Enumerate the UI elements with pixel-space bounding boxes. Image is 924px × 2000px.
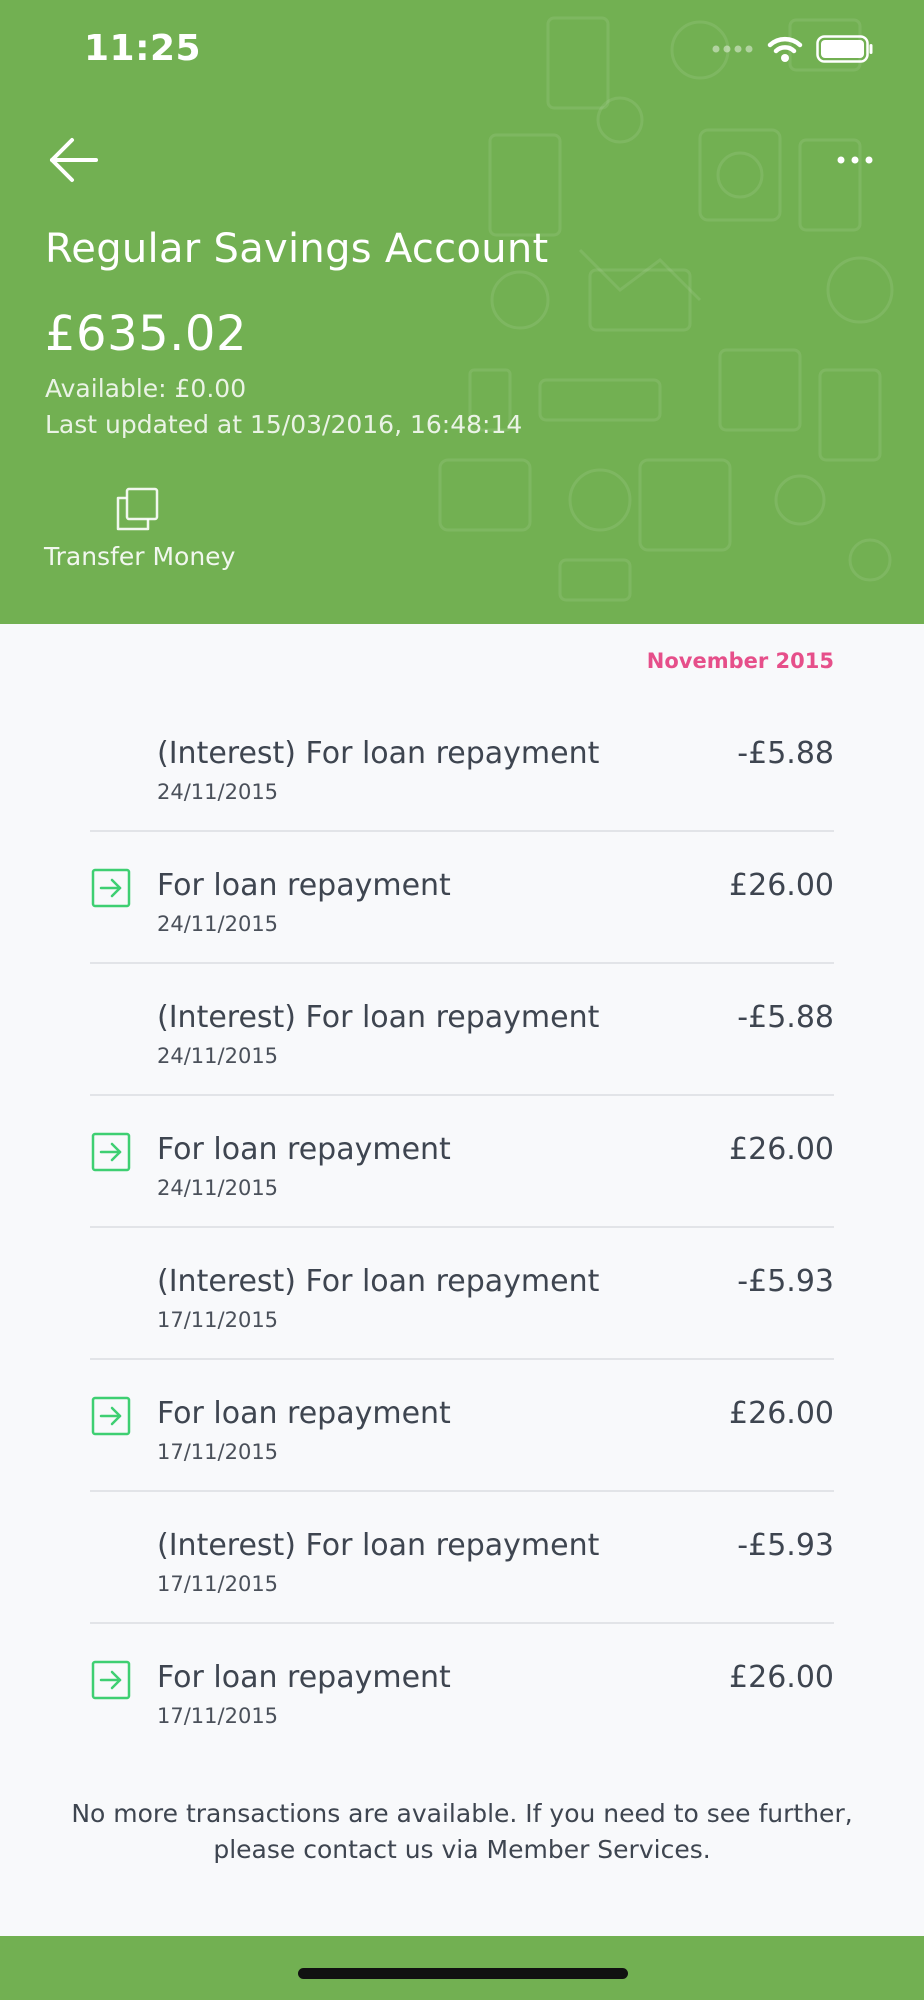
transaction-title: (Interest) For loan repayment: [157, 1000, 600, 1035]
transaction-date: 17/11/2015: [157, 1572, 279, 1596]
no-more-transactions-note: No more transactions are available. If y…: [71, 1799, 853, 1864]
arrow-in-icon: [91, 1660, 131, 1700]
transaction-list: (Interest) For loan repayment 24/11/2015…: [0, 700, 924, 1756]
transaction-date: 24/11/2015: [157, 912, 279, 936]
last-updated-text: Last updated at 15/03/2016, 16:48:14: [45, 410, 523, 439]
transaction-date: 17/11/2015: [157, 1308, 279, 1332]
transaction-amount: -£5.93: [737, 1528, 834, 1563]
status-time: 11:25: [84, 28, 202, 69]
transaction-date: 24/11/2015: [157, 1044, 279, 1068]
battery-icon: [816, 35, 873, 63]
transaction-row[interactable]: For loan repayment 17/11/2015 £26.00: [90, 1360, 834, 1492]
transaction-amount: -£5.88: [737, 736, 834, 771]
transaction-date: 17/11/2015: [157, 1704, 279, 1728]
transfer-money-button[interactable]: Transfer Money: [44, 486, 236, 582]
arrow-in-icon: [91, 1396, 131, 1436]
transaction-title: For loan repayment: [157, 1660, 451, 1695]
available-balance: Available: £0.00: [45, 374, 247, 403]
transaction-amount: £26.00: [729, 1660, 834, 1695]
more-options-button[interactable]: [830, 140, 880, 180]
transaction-amount: £26.00: [729, 1396, 834, 1431]
transaction-date: 24/11/2015: [157, 780, 279, 804]
transfer-money-label: Transfer Money: [44, 542, 236, 571]
transaction-row[interactable]: (Interest) For loan repayment 17/11/2015…: [90, 1228, 834, 1360]
wifi-icon: [767, 36, 803, 62]
transaction-amount: £26.00: [729, 868, 834, 903]
transaction-title: (Interest) For loan repayment: [157, 736, 600, 771]
transaction-row[interactable]: For loan repayment 17/11/2015 £26.00: [90, 1624, 834, 1756]
transaction-amount: -£5.88: [737, 1000, 834, 1035]
transaction-row[interactable]: (Interest) For loan repayment 24/11/2015…: [90, 964, 834, 1096]
transaction-row[interactable]: (Interest) For loan repayment 24/11/2015…: [90, 700, 834, 832]
transaction-row[interactable]: For loan repayment 24/11/2015 £26.00: [90, 832, 834, 964]
arrow-left-icon: [50, 138, 98, 182]
arrow-in-icon: [91, 868, 131, 908]
transaction-date: 24/11/2015: [157, 1176, 279, 1200]
transaction-title: (Interest) For loan repayment: [157, 1528, 600, 1563]
account-header: 11:25 Regular Savings Account £635.02 Av…: [0, 0, 924, 624]
account-balance: £635.02: [45, 306, 247, 362]
transaction-row[interactable]: (Interest) For loan repayment 17/11/2015…: [90, 1492, 834, 1624]
home-indicator[interactable]: [298, 1968, 628, 1979]
transaction-amount: £26.00: [729, 1132, 834, 1167]
arrow-in-icon: [91, 1132, 131, 1172]
account-name: Regular Savings Account: [45, 226, 549, 272]
transaction-row[interactable]: For loan repayment 24/11/2015 £26.00: [90, 1096, 834, 1228]
signal-dots-icon: [712, 45, 753, 53]
more-horizontal-icon: [837, 156, 873, 164]
transaction-title: For loan repayment: [157, 1132, 451, 1167]
transaction-amount: -£5.93: [737, 1264, 834, 1299]
transaction-title: For loan repayment: [157, 868, 451, 903]
copy-icon: [116, 487, 159, 531]
month-section-header: November 2015: [646, 649, 834, 673]
transaction-title: For loan repayment: [157, 1396, 451, 1431]
transaction-title: (Interest) For loan repayment: [157, 1264, 600, 1299]
back-button[interactable]: [44, 132, 104, 188]
status-icons: [712, 34, 874, 64]
transaction-date: 17/11/2015: [157, 1440, 279, 1464]
